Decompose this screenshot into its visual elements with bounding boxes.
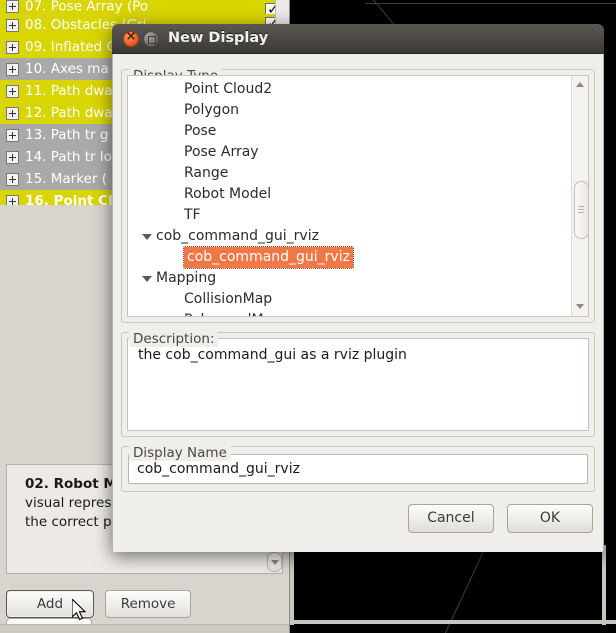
expand-icon[interactable] [6, 128, 19, 142]
dialog-titlebar[interactable]: New Display [112, 24, 604, 54]
display-type-item[interactable]: Robot Model [128, 184, 571, 205]
expand-icon[interactable] [6, 18, 19, 32]
viewport-border-bottom [290, 620, 616, 624]
display-type-item[interactable]: CollisionMap [128, 289, 571, 310]
display-type-item-label: cob_command_gui_rviz [156, 228, 319, 244]
scrollbar-grip-icon [578, 206, 584, 207]
expand-icon[interactable] [6, 106, 19, 120]
display-type-item[interactable]: Pose [128, 121, 571, 142]
display-type-item[interactable]: Point Cloud2 [128, 79, 571, 100]
display-tree-row-label: 15. Marker ( [25, 171, 107, 187]
display-type-list[interactable]: Point Cloud2 Polygon Pose Pose Array Range Ro… [127, 75, 589, 317]
expand-icon[interactable] [6, 150, 19, 164]
display-tree-row-label: 13. Path tr g [25, 127, 109, 143]
screen: 07. Pose Array (Po08. Obstacles (Gri09. … [0, 0, 616, 633]
chevron-down-icon[interactable] [142, 276, 152, 282]
expand-icon[interactable] [6, 172, 19, 186]
viewport-line-horizontal [365, 3, 616, 4]
display-type-item-label: Pose Array [184, 144, 259, 160]
display-type-item[interactable]: PolygonalMap [128, 310, 571, 316]
display-type-item[interactable]: TF [128, 205, 571, 226]
dialog-title: New Display [168, 30, 269, 46]
display-type-item[interactable]: cob_command_gui_rviz [128, 246, 571, 269]
close-icon[interactable] [123, 29, 139, 47]
scrollbar-thumb[interactable] [574, 181, 588, 239]
display-type-item-label: PolygonalMap [184, 312, 281, 316]
chevron-down-icon[interactable] [142, 234, 152, 240]
display-type-item-label: cob_command_gui_rviz [183, 246, 354, 269]
expand-icon[interactable] [6, 0, 19, 13]
cancel-button[interactable]: Cancel [407, 504, 494, 533]
display-tree-row-label: 16. Point Cl [25, 193, 113, 205]
display-tree-row-label: 07. Pose Array (Po [25, 0, 149, 14]
mouse-cursor [72, 599, 87, 621]
ok-button[interactable]: OK [507, 504, 593, 533]
display-tree-row-label: 14. Path tr lo [25, 149, 112, 165]
maximize-icon[interactable] [143, 31, 159, 47]
display-name-legend: Display Name [129, 445, 231, 461]
display-type-group-header[interactable]: Mapping [128, 268, 571, 289]
display-type-item-label: Range [184, 165, 229, 181]
display-type-item-label: CollisionMap [184, 291, 273, 307]
remove-button[interactable]: Remove [105, 590, 192, 618]
display-type-item-label: Robot Model [184, 186, 272, 202]
display-type-group-header[interactable]: cob_command_gui_rviz [128, 226, 571, 247]
expand-icon[interactable] [6, 62, 19, 76]
description-legend: Description: [129, 331, 219, 347]
display-type-item-label: Mapping [156, 270, 217, 286]
display-type-item[interactable]: Polygon [128, 100, 571, 121]
display-tree-row-label: 09. Inflated O [25, 39, 118, 55]
description-group: Description: the cob_command_gui as a rv… [121, 331, 595, 437]
dialog-body: Display Type Point Cloud2PolygonPosePose… [112, 54, 604, 552]
display-tree-row-label: 12. Path dwa [25, 105, 113, 121]
display-type-item[interactable]: Range [128, 163, 571, 184]
display-type-group: Display Type Point Cloud2PolygonPosePose… [121, 68, 595, 323]
display-name-group: Display Name [121, 445, 595, 492]
display-tree-row[interactable]: 07. Pose Array (Po [0, 0, 289, 14]
dialog-button-row: Cancel OK [121, 498, 595, 533]
expand-icon[interactable] [6, 194, 19, 205]
display-type-scrollbar[interactable] [571, 76, 588, 316]
expand-icon[interactable] [6, 40, 19, 54]
display-type-item-label: Polygon [184, 102, 240, 118]
display-tree-row-label: 10. Axes ma [25, 61, 109, 77]
display-type-item[interactable]: Pose Array [128, 142, 571, 163]
new-display-dialog: New Display Display Type Point Cloud2Pol… [112, 24, 604, 552]
display-type-list-scroll: Point Cloud2 Polygon Pose Pose Array Range Ro… [128, 76, 571, 316]
scroll-up-icon[interactable] [574, 78, 587, 92]
display-type-item-label: TF [184, 207, 201, 223]
viewport-border-right [602, 545, 606, 625]
panel-footer [0, 624, 289, 633]
description-text: the cob_command_gui as a rviz plugin [127, 338, 589, 431]
display-type-item-label: Pose [184, 123, 217, 139]
display-tree-row-label: 11. Path dwa [25, 83, 113, 99]
expand-icon[interactable] [6, 84, 19, 98]
scroll-down-icon[interactable] [574, 300, 587, 314]
display-type-item-label: Point Cloud2 [184, 81, 273, 97]
chevron-down-icon[interactable] [267, 552, 282, 572]
viewport-border-left [290, 545, 294, 625]
